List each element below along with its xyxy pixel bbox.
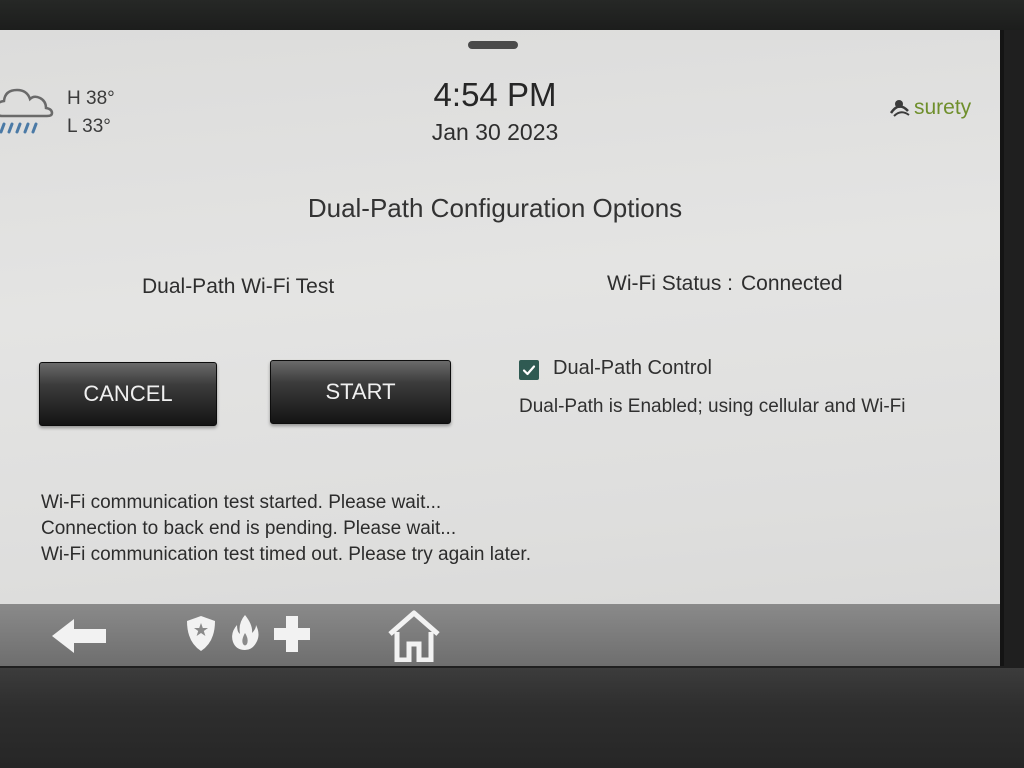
bottom-nav-bar bbox=[0, 604, 1000, 666]
wifi-status: Wi-Fi Status : Connected bbox=[607, 272, 843, 296]
dual-path-control-label[interactable]: Dual-Path Control bbox=[553, 357, 712, 380]
device-bezel-bottom bbox=[0, 668, 1024, 768]
test-log: Wi-Fi communication test started. Please… bbox=[41, 490, 531, 568]
log-line: Wi-Fi communication test timed out. Plea… bbox=[41, 544, 531, 565]
brand-name: surety bbox=[914, 96, 972, 119]
start-button[interactable]: START bbox=[270, 360, 451, 424]
log-line: Wi-Fi communication test started. Please… bbox=[41, 492, 442, 513]
back-arrow-icon bbox=[52, 619, 106, 653]
home-icon bbox=[388, 610, 440, 662]
clock-date: Jan 30 2023 bbox=[431, 119, 559, 145]
home-button[interactable] bbox=[380, 604, 450, 666]
dual-path-status-text: Dual-Path is Enabled; using cellular and… bbox=[519, 396, 906, 417]
pull-down-handle[interactable] bbox=[468, 41, 518, 49]
back-button[interactable] bbox=[40, 604, 120, 666]
log-line: Connection to back end is pending. Pleas… bbox=[41, 518, 457, 539]
surety-logo-icon bbox=[889, 100, 910, 117]
fire-panic-button[interactable] bbox=[226, 604, 266, 666]
clock-time: 4:54 PM bbox=[433, 76, 557, 113]
fire-icon bbox=[232, 615, 259, 650]
checkmark-icon bbox=[522, 365, 536, 376]
medical-panic-button[interactable] bbox=[268, 604, 316, 666]
shield-icon bbox=[187, 616, 215, 651]
page-title: Dual-Path Configuration Options bbox=[307, 193, 683, 223]
device-bezel-top bbox=[0, 0, 1024, 30]
medical-cross-icon bbox=[274, 616, 310, 652]
wifi-test-label: Dual-Path Wi-Fi Test bbox=[142, 275, 335, 298]
touch-screen: H 38° L 33° 4:54 PM Jan 30 2023 surety D… bbox=[0, 30, 1004, 666]
wifi-status-label: Wi-Fi Status : bbox=[607, 272, 734, 295]
dual-path-control-checkbox[interactable] bbox=[519, 360, 539, 380]
police-panic-button[interactable] bbox=[180, 604, 222, 666]
cancel-button[interactable]: CANCEL bbox=[39, 362, 217, 426]
wifi-status-value: Connected bbox=[741, 272, 843, 295]
